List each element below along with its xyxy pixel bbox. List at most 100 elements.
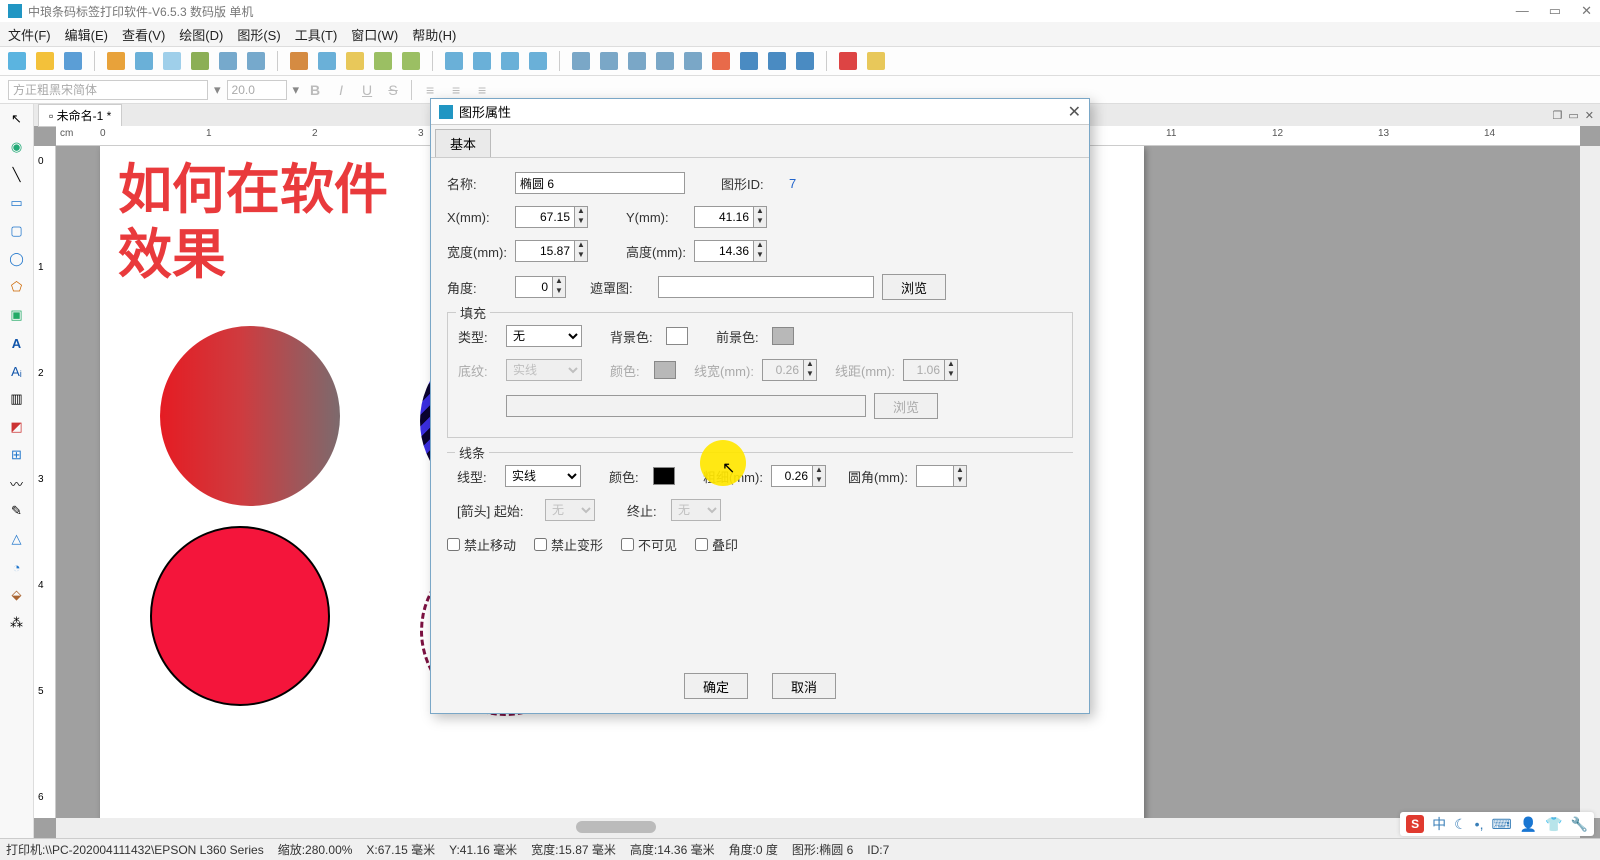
mask-browse-button[interactable]: 浏览 (882, 274, 946, 300)
red-circle-shape[interactable] (150, 526, 330, 706)
paste-icon[interactable] (346, 52, 364, 70)
lw-spin-down[interactable]: ▼ (813, 476, 825, 486)
tab-max-icon[interactable]: ▭ (1568, 109, 1578, 122)
cut-icon[interactable] (290, 52, 308, 70)
richtext-tool-icon[interactable]: Aᵢ (6, 360, 28, 382)
eyedrop-tool-icon[interactable]: ⁂ (6, 612, 28, 634)
underline-icon[interactable]: U (357, 80, 377, 100)
barcode-tool-icon[interactable]: ▥ (6, 388, 28, 410)
ime-comma-icon[interactable]: •, (1475, 816, 1484, 832)
props-icon[interactable] (796, 52, 814, 70)
horizontal-scrollbar[interactable] (56, 818, 1580, 838)
align-icon[interactable] (628, 52, 646, 70)
ime-keyboard-icon[interactable]: ⌨ (1491, 816, 1511, 833)
h-input[interactable] (694, 240, 754, 262)
menu-edit[interactable]: 编辑(E) (65, 25, 108, 44)
maximize-button[interactable]: ▭ (1549, 3, 1561, 19)
ime-shirt-icon[interactable]: 👕 (1545, 816, 1562, 833)
layers-icon[interactable] (768, 52, 786, 70)
group-icon[interactable] (572, 52, 590, 70)
front-icon[interactable] (684, 52, 702, 70)
angle-spin-down[interactable]: ▼ (553, 287, 565, 297)
dialog-titlebar[interactable]: 图形属性 ✕ (431, 99, 1089, 125)
dialog-close-button[interactable]: ✕ (1068, 102, 1081, 122)
x-spin-down[interactable]: ▼ (575, 217, 587, 227)
invisible-checkbox[interactable]: 不可见 (621, 535, 677, 554)
text-tool-icon[interactable]: A (6, 332, 28, 354)
ime-icon[interactable]: S (1406, 815, 1424, 833)
table-tool-icon[interactable]: ⊞ (6, 444, 28, 466)
font-size-dropdown-icon[interactable]: ▾ (293, 82, 300, 98)
new-icon[interactable] (8, 52, 26, 70)
ime-lang[interactable]: 中 (1432, 814, 1446, 834)
gradient-circle-shape[interactable] (160, 326, 340, 506)
font-name-input[interactable] (8, 80, 208, 100)
database-icon[interactable] (191, 52, 209, 70)
ime-settings-icon[interactable]: 🔧 (1571, 816, 1588, 833)
open-icon[interactable] (36, 52, 54, 70)
round-rect-tool-icon[interactable]: ▢ (6, 220, 28, 242)
lock-transform-checkbox[interactable]: 禁止变形 (534, 535, 603, 554)
bg-color-swatch[interactable] (666, 327, 688, 345)
export-icon[interactable] (867, 52, 885, 70)
save-icon[interactable] (64, 52, 82, 70)
corner-spin-down[interactable]: ▼ (954, 476, 966, 486)
line-type-select[interactable]: 实线 (505, 465, 581, 487)
fill-tool-icon[interactable]: ⬙ (6, 584, 28, 606)
tab-basic[interactable]: 基本 (435, 129, 491, 157)
gear-icon[interactable] (107, 52, 125, 70)
pdf-icon[interactable] (839, 52, 857, 70)
align-left-icon[interactable]: ≡ (420, 80, 440, 100)
font-size-input[interactable] (227, 80, 287, 100)
name-input[interactable] (515, 172, 685, 194)
redo-icon[interactable] (402, 52, 420, 70)
line-weight-input[interactable] (771, 465, 813, 487)
w-input[interactable] (515, 240, 575, 262)
angle-input[interactable] (515, 276, 553, 298)
menu-view[interactable]: 查看(V) (122, 25, 165, 44)
bezier-tool-icon[interactable]: ✎ (6, 500, 28, 522)
star-tool-icon[interactable]: △ (6, 528, 28, 550)
align-center-icon[interactable]: ≡ (446, 80, 466, 100)
menu-help[interactable]: 帮助(H) (412, 25, 456, 44)
mask-input[interactable] (658, 276, 874, 298)
y-spin-down[interactable]: ▼ (754, 217, 766, 227)
x-input[interactable] (515, 206, 575, 228)
strike-icon[interactable]: S (383, 80, 403, 100)
lock-icon[interactable] (740, 52, 758, 70)
y-input[interactable] (694, 206, 754, 228)
zoom-100-icon[interactable] (529, 52, 547, 70)
zoom-in-icon[interactable] (445, 52, 463, 70)
document-tab[interactable]: ▫ 未命名-1 * (38, 104, 122, 127)
w-spin-down[interactable]: ▼ (575, 251, 587, 261)
curve-tool-icon[interactable]: 〰 (6, 472, 28, 494)
lock-move-checkbox[interactable]: 禁止移动 (447, 535, 516, 554)
cancel-button[interactable]: 取消 (772, 673, 836, 699)
grid2-icon[interactable] (247, 52, 265, 70)
headline-text[interactable]: 如何在软件 效果 (118, 158, 388, 288)
menu-draw[interactable]: 绘图(D) (179, 25, 223, 44)
qrcode-tool-icon[interactable]: ◩ (6, 416, 28, 438)
rect-tool-icon[interactable]: ▭ (6, 192, 28, 214)
tab-restore-icon[interactable]: ❐ (1553, 109, 1563, 122)
overprint-checkbox[interactable]: 叠印 (695, 535, 738, 554)
pan-tool-icon[interactable]: ◉ (6, 136, 28, 158)
zoom-out-icon[interactable] (473, 52, 491, 70)
undo-icon[interactable] (374, 52, 392, 70)
font-dropdown-icon[interactable]: ▾ (214, 82, 221, 98)
italic-icon[interactable]: I (331, 80, 351, 100)
select-tool-icon[interactable]: ↖ (6, 108, 28, 130)
bold-icon[interactable]: B (305, 80, 325, 100)
copy-icon[interactable] (318, 52, 336, 70)
tab-close-icon[interactable]: ✕ (1585, 109, 1594, 122)
zoom-fit-icon[interactable] (501, 52, 519, 70)
ungroup-icon[interactable] (600, 52, 618, 70)
h-spin-down[interactable]: ▼ (754, 251, 766, 261)
corner-input[interactable] (916, 465, 954, 487)
ime-person-icon[interactable]: 👤 (1520, 816, 1537, 833)
preview-icon[interactable] (163, 52, 181, 70)
print-icon[interactable] (135, 52, 153, 70)
ime-moon-icon[interactable]: ☾ (1454, 816, 1467, 833)
menu-shape[interactable]: 图形(S) (237, 25, 280, 44)
menu-tool[interactable]: 工具(T) (295, 25, 338, 44)
